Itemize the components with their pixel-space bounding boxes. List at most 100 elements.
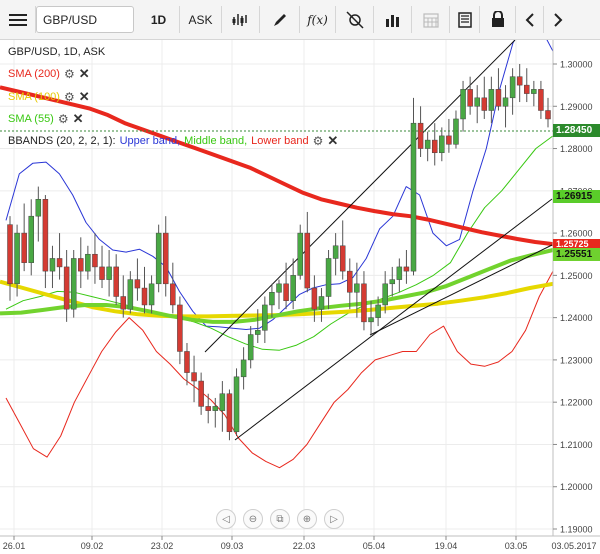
candle-bullish (424, 139, 431, 149)
legend-sma100: SMA (100) ⚙ ✕ (8, 89, 90, 105)
price-type-button[interactable]: ASK (180, 6, 222, 33)
scroll-forward-button[interactable]: ▷ (324, 509, 344, 529)
zoom-in-button[interactable]: ⊕ (297, 509, 317, 529)
legend-sma55: SMA (55) ⚙ ✕ (8, 111, 84, 127)
timeframe-label: 1D (150, 12, 167, 27)
candle-bearish (78, 258, 84, 272)
chevron-left-icon (525, 12, 534, 27)
price-tick-label: 1.28000 (560, 144, 593, 154)
sma55-price-tag: 1.26915 (553, 190, 600, 203)
candle-bearish (431, 139, 438, 154)
sma200-price-tag: 1.25725 (553, 238, 600, 249)
chart-header-label: GBP/USD, 1D, ASK (8, 46, 106, 58)
draw-tool-button[interactable] (260, 6, 300, 33)
candle-bearish (339, 245, 346, 272)
symbol-selector[interactable]: GBP/USD (36, 6, 134, 33)
chart-type-button[interactable] (222, 6, 260, 33)
bbands-label: BBANDS (20, 2, 2, 1): (8, 135, 116, 147)
close-icon[interactable]: ✕ (327, 133, 338, 149)
templates-button[interactable] (450, 6, 480, 33)
trend-line-lower (234, 198, 553, 441)
candle-bearish (162, 232, 169, 285)
time-tick-label: 03.05 (505, 541, 528, 551)
price-tick-label: 1.29000 (560, 102, 593, 112)
sma55-price-label: 1.26915 (556, 191, 593, 202)
candle-bearish (141, 287, 148, 306)
candle-bullish (276, 283, 282, 293)
candle-bearish (467, 89, 473, 107)
candle-bearish (191, 372, 197, 382)
candle-bullish (127, 279, 134, 310)
price-chart[interactable]: 1.300001.290001.280001.270001.260001.250… (0, 40, 600, 554)
gear-icon[interactable]: ⚙ (64, 90, 75, 104)
gear-icon[interactable]: ⚙ (58, 112, 69, 126)
close-icon[interactable]: ✕ (79, 89, 90, 105)
scroll-back-button[interactable]: ◁ (216, 509, 236, 529)
current-price-label: 1.28450 (556, 125, 593, 136)
candle-bearish (417, 122, 424, 149)
time-tick-label: 05.04 (363, 541, 386, 551)
candle-bullish (389, 279, 396, 285)
gear-icon[interactable]: ⚙ (313, 134, 324, 148)
candle-bearish (7, 224, 13, 285)
calendar-button[interactable] (412, 6, 450, 33)
candle-bearish (311, 287, 318, 310)
candle-bearish (42, 199, 49, 272)
price-tick-label: 1.24000 (560, 313, 593, 323)
legend-bbands: BBANDS (20, 2, 2, 1): Upper band, Middle… (8, 133, 338, 149)
volume-button[interactable] (374, 6, 412, 33)
crosshair-button[interactable] (336, 6, 374, 33)
scroll-left-button[interactable] (516, 6, 544, 33)
zoom-in-icon: ⊕ (302, 513, 312, 525)
timeframe-button[interactable]: 1D (138, 6, 180, 33)
price-tick-label: 1.30000 (560, 60, 593, 70)
zoom-out-button[interactable]: ⊖ (243, 509, 263, 529)
candle-bearish (134, 279, 141, 289)
toolbar: GBP/USD 1D ASK f(x) (0, 0, 600, 40)
candle-bearish (403, 266, 410, 272)
current-price-tag: 1.28450 (553, 124, 600, 137)
candle-bearish (205, 406, 211, 411)
candle-bullish (49, 258, 56, 272)
scroll-right-button[interactable] (544, 6, 572, 33)
price-tick-label: 1.19000 (560, 525, 593, 535)
candle-bullish (474, 97, 480, 107)
gear-icon[interactable]: ⚙ (64, 67, 75, 81)
candle-bearish (524, 84, 530, 94)
indicators-button[interactable]: f(x) (300, 6, 336, 33)
menu-button[interactable] (0, 6, 36, 33)
candle-bearish (99, 266, 105, 280)
candle-bearish (56, 258, 63, 268)
time-tick-label: 19.04 (435, 541, 458, 551)
candle-bullish (368, 317, 374, 323)
bbands-upper-label: Upper band, (119, 135, 181, 147)
bbands-lower-label: Lower band (251, 135, 309, 147)
price-tick-label: 1.26000 (560, 229, 593, 239)
candle-bullish (212, 406, 219, 411)
candle-bullish (155, 232, 162, 285)
candle-bullish (297, 232, 303, 276)
fit-icon: ⧉ (276, 513, 284, 525)
calendar-icon (422, 12, 439, 28)
reset-zoom-button[interactable]: ⧉ (270, 509, 290, 529)
candle-bullish (318, 296, 325, 310)
candle-bullish (70, 258, 77, 310)
sma200-price-label: 1.25725 (556, 238, 589, 249)
lock-icon (491, 11, 504, 27)
lock-button[interactable] (480, 6, 516, 33)
candle-bullish (325, 258, 332, 297)
candle-bullish (531, 89, 537, 94)
close-icon[interactable]: ✕ (73, 111, 84, 127)
time-tick-label: 03.05.2017 (551, 541, 596, 551)
time-tick-label: 09.03 (221, 541, 244, 551)
symbol-label: GBP/USD (43, 12, 98, 27)
pencil-icon (273, 13, 286, 26)
candle-bullish (247, 334, 254, 361)
candle-bullish (354, 283, 360, 293)
document-icon (457, 11, 472, 28)
sma100-label: SMA (100) (8, 91, 60, 103)
candle-bullish (410, 122, 417, 272)
candle-bearish (446, 135, 452, 145)
candle-bearish (92, 253, 98, 268)
close-icon[interactable]: ✕ (79, 66, 90, 82)
